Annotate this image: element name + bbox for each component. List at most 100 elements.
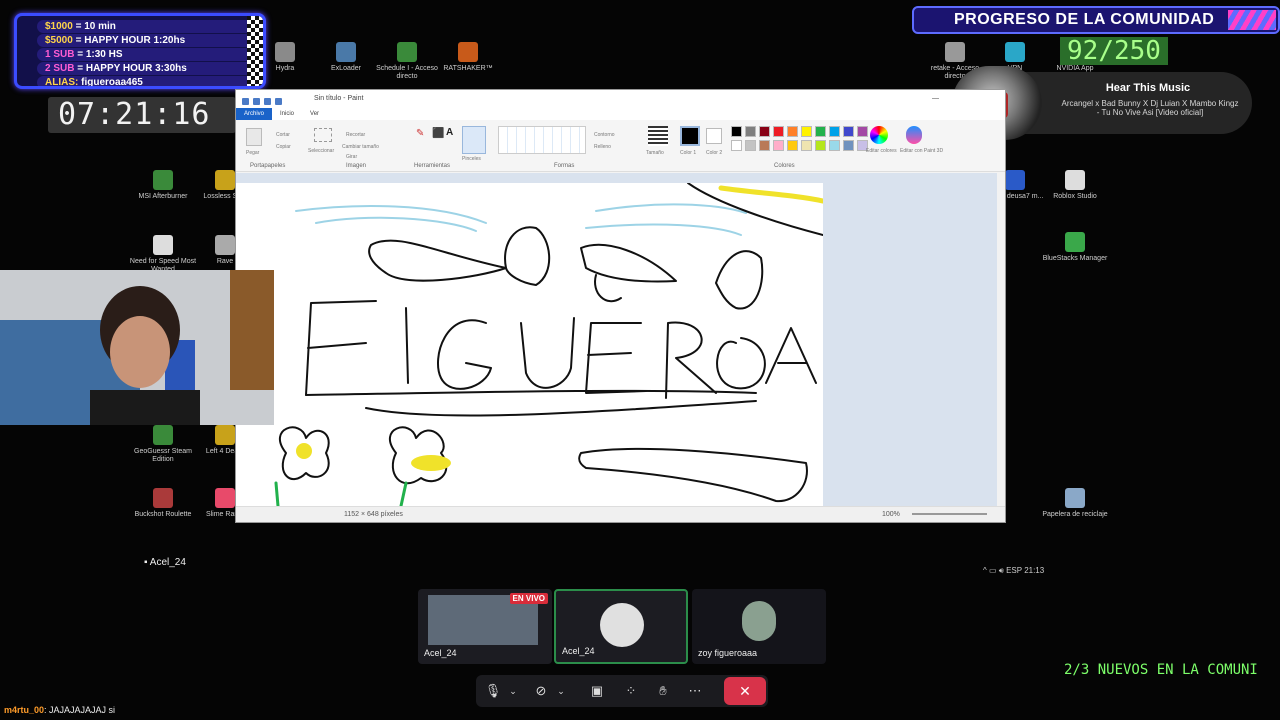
crop-button[interactable]: Recortar	[346, 132, 365, 138]
edit-colors-button[interactable]: Editar colores	[866, 148, 897, 154]
shapes-gallery[interactable]	[498, 126, 586, 154]
palette-swatch[interactable]	[731, 140, 742, 151]
desktop-icon[interactable]: MSI Afterburner	[128, 170, 198, 201]
palette-swatch[interactable]	[745, 140, 756, 151]
palette-swatch[interactable]	[787, 140, 798, 151]
resize-button[interactable]: Cambiar tamaño	[342, 144, 379, 150]
network-icon[interactable]: ▭	[989, 566, 997, 575]
taskbar-user[interactable]: ▪ Acel_24	[144, 557, 186, 568]
soundboard-icon[interactable]: ✋︎	[654, 682, 672, 700]
palette-swatch[interactable]	[829, 126, 840, 137]
ribbon-tab[interactable]: Archivo	[236, 108, 273, 120]
paste-button-label[interactable]: Pegar	[246, 150, 259, 156]
desktop-icon-label: Schedule I - Acceso directo	[376, 65, 438, 80]
donation-row: 2 SUB = HAPPY HOUR 3:30hs	[37, 62, 257, 75]
drawing-canvas[interactable]	[236, 182, 826, 508]
stream-tile-user[interactable]: Acel_24	[554, 589, 688, 664]
brushes-icon[interactable]	[462, 126, 486, 154]
save-icon[interactable]	[253, 98, 260, 105]
color1-button[interactable]: Color 1	[680, 150, 696, 156]
redo-icon[interactable]	[275, 98, 282, 105]
brushes-button[interactable]: Pinceles	[462, 156, 481, 162]
undo-icon[interactable]	[264, 98, 271, 105]
palette-swatch[interactable]	[843, 126, 854, 137]
stream-tile-screen[interactable]: EN VIVO Acel_24	[418, 589, 552, 664]
activities-icon[interactable]: ⁘	[622, 682, 640, 700]
edit-colors-icon[interactable]	[870, 126, 888, 144]
language-indicator[interactable]: ESP	[1006, 566, 1022, 575]
fill-button[interactable]: Relleno	[594, 144, 611, 150]
palette-swatch[interactable]	[745, 126, 756, 137]
zoom-level: 100%	[882, 511, 900, 518]
desktop-icon[interactable]: Schedule I - Acceso directo	[372, 42, 442, 81]
outline-button[interactable]: Contorno	[594, 132, 615, 138]
tray-chevron-icon[interactable]: ^	[983, 566, 987, 575]
more-options-icon[interactable]: ⋯	[686, 682, 704, 700]
palette-swatch[interactable]	[829, 140, 840, 151]
color2-button[interactable]: Color 2	[706, 150, 722, 156]
vertical-scrollbar[interactable]	[997, 173, 1005, 506]
paint-window[interactable]: Sin título - Paint — Archivo Inicio Ver Pe…	[235, 89, 1006, 523]
minimize-icon[interactable]: —	[932, 90, 939, 108]
cut-button[interactable]: Cortar	[276, 132, 290, 138]
palette-swatch[interactable]	[815, 140, 826, 151]
palette-swatch[interactable]	[843, 140, 854, 151]
color1-swatch[interactable]	[680, 126, 700, 146]
progress-title: PROGRESO DE LA COMUNIDAD	[954, 11, 1215, 28]
palette-swatch[interactable]	[857, 126, 868, 137]
desktop-icon[interactable]: Roblox Studio	[1040, 170, 1110, 201]
paint-status-bar: 1152 × 648 píxeles 100%	[236, 506, 1005, 522]
paint3d-icon[interactable]	[906, 126, 922, 144]
text-tool-icon[interactable]: A	[446, 127, 453, 138]
fill-icon[interactable]: ⬛	[432, 128, 444, 139]
desktop-icon[interactable]: RATSHAKER™	[433, 42, 503, 73]
palette-swatch[interactable]	[815, 126, 826, 137]
desktop-icon[interactable]: GeoGuessr Steam Edition	[128, 425, 198, 464]
palette-swatch[interactable]	[773, 126, 784, 137]
mic-chevron-icon[interactable]: ⌄	[504, 682, 522, 700]
color2-swatch[interactable]	[706, 128, 722, 144]
volume-icon[interactable]: 🔊︎	[999, 566, 1004, 575]
chat-message: m4rtu_00: JAJAJAJAJAJ si	[4, 705, 115, 715]
palette-swatch[interactable]	[759, 140, 770, 151]
size-icon[interactable]	[648, 126, 668, 146]
palette-swatch[interactable]	[801, 126, 812, 137]
system-tray[interactable]: ^ ▭ 🔊︎ ESP 21:13	[983, 566, 1044, 576]
paint-titlebar[interactable]: Sin título - Paint —	[236, 90, 1005, 108]
paste-icon[interactable]	[246, 128, 262, 146]
desktop-icon[interactable]: ExLoader	[311, 42, 381, 73]
ribbon-tab[interactable]: Ver	[302, 108, 327, 120]
quick-access-toolbar[interactable]	[242, 95, 302, 105]
pencil-icon[interactable]: ✎	[416, 128, 424, 139]
desktop-icon-label: ExLoader	[331, 65, 361, 72]
desktop-icon[interactable]: Need for Speed Most Wanted	[128, 235, 198, 274]
palette-swatch[interactable]	[773, 140, 784, 151]
clock[interactable]: 21:13	[1024, 566, 1044, 575]
desktop-icon-label: Papelera de reciclaje	[1042, 511, 1108, 518]
camera-chevron-icon[interactable]: ⌄	[552, 682, 570, 700]
rotate-button[interactable]: Girar	[346, 154, 357, 160]
stream-timer: 07:21:16	[48, 97, 236, 133]
stream-tile-zoy[interactable]: zoy figueroaaa	[692, 589, 826, 664]
microphone-icon[interactable]: 🎙︎	[484, 682, 502, 700]
drawing-strokes	[274, 182, 826, 508]
palette-swatch[interactable]	[731, 126, 742, 137]
palette-swatch[interactable]	[801, 140, 812, 151]
desktop-icon[interactable]: Buckshot Roulette	[128, 488, 198, 519]
size-button[interactable]: Tamaño	[646, 150, 664, 156]
desktop-icon[interactable]: Papelera de reciclaje	[1040, 488, 1110, 519]
select-icon[interactable]	[314, 128, 332, 142]
end-call-button[interactable]: ✕	[724, 677, 766, 705]
canvas-area[interactable]	[236, 173, 1005, 508]
paint3d-button[interactable]: Editar con Paint 3D	[900, 148, 943, 154]
copy-button[interactable]: Copiar	[276, 144, 291, 150]
palette-swatch[interactable]	[759, 126, 770, 137]
screen-share-icon[interactable]: ▣	[588, 682, 606, 700]
desktop-icon[interactable]: BlueStacks Manager	[1040, 232, 1110, 263]
camera-off-icon[interactable]: ⊘	[532, 682, 550, 700]
live-badge: EN VIVO	[509, 593, 548, 604]
ribbon-tab[interactable]: Inicio	[272, 108, 302, 120]
select-button[interactable]: Seleccionar	[308, 148, 334, 154]
palette-swatch[interactable]	[787, 126, 798, 137]
zoom-slider[interactable]	[912, 513, 987, 515]
